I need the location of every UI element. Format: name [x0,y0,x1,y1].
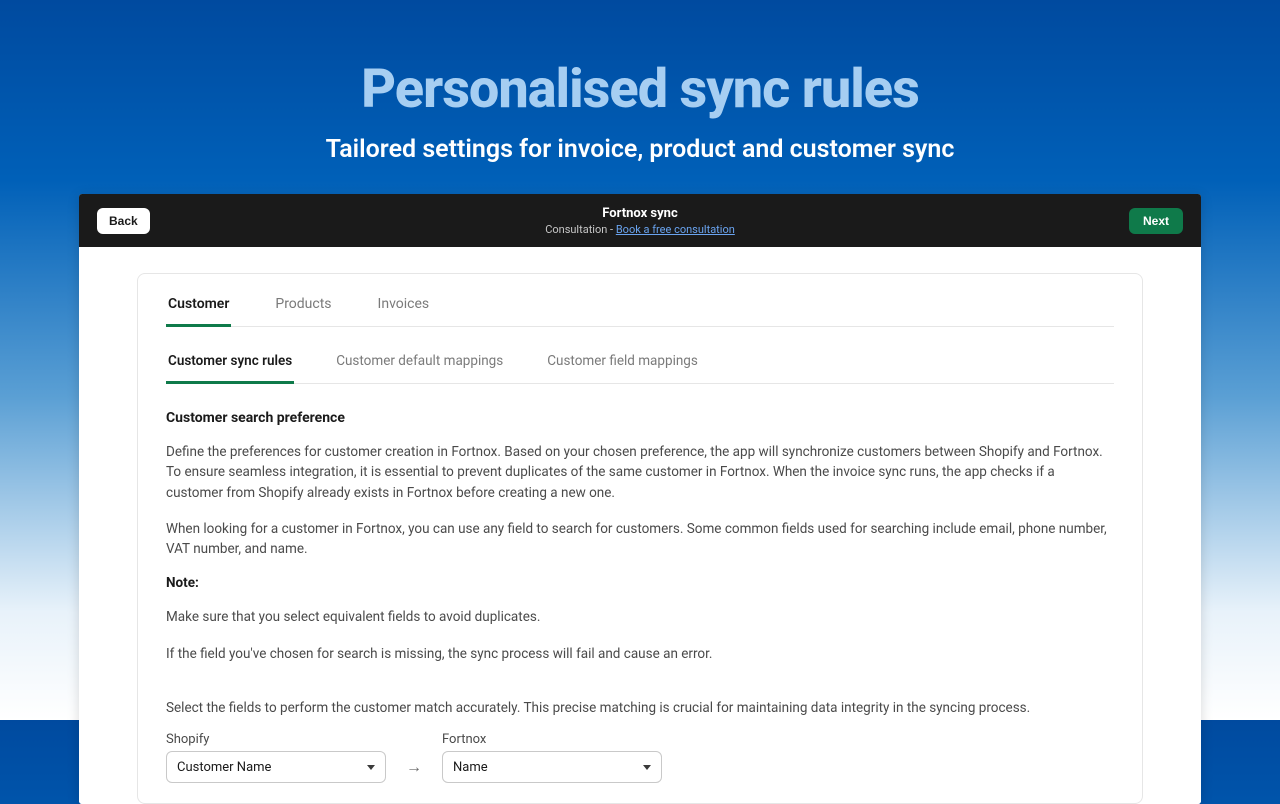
chevron-down-icon [367,765,375,770]
app-frame: Back Fortnox sync Consultation - Book a … [79,194,1201,804]
chevron-down-icon [643,765,651,770]
subtab-field-mappings[interactable]: Customer field mappings [545,343,700,383]
shopify-label: Shopify [166,732,386,747]
fortnox-label: Fortnox [442,732,662,747]
tabs-secondary: Customer sync rules Customer default map… [166,343,1114,384]
paragraph-1: Define the preferences for customer crea… [166,442,1114,503]
next-button[interactable]: Next [1129,208,1183,234]
fortnox-select[interactable]: Name [442,751,662,783]
hero: Personalised sync rules Tailored setting… [0,0,1280,164]
tabs-primary: Customer Products Invoices [166,286,1114,327]
subtab-sync-rules[interactable]: Customer sync rules [166,343,294,384]
app-body: Customer Products Invoices Customer sync… [79,247,1201,804]
fortnox-field-col: Fortnox Name [442,732,662,783]
paragraph-2: When looking for a customer in Fortnox, … [166,519,1114,560]
consultation-link[interactable]: Book a free consultation [616,223,735,236]
note-text-2: If the field you've chosen for search is… [166,644,1114,664]
section-heading: Customer search preference [166,410,1114,426]
topbar: Back Fortnox sync Consultation - Book a … [79,194,1201,247]
fortnox-select-value: Name [453,760,488,775]
paragraph-3: Select the fields to perform the custome… [166,698,1114,718]
arrow-right-icon: → [406,757,422,783]
subtab-default-mappings[interactable]: Customer default mappings [334,343,505,383]
consultation-prefix: Consultation - [545,223,616,236]
settings-card: Customer Products Invoices Customer sync… [137,273,1143,804]
tab-customer[interactable]: Customer [166,286,231,327]
field-mapping-row: Shopify Customer Name → Fortnox Name [166,732,1114,783]
shopify-select[interactable]: Customer Name [166,751,386,783]
note-text-1: Make sure that you select equivalent fie… [166,607,1114,627]
note-label: Note: [166,575,1114,591]
app-title: Fortnox sync [545,206,735,221]
back-button[interactable]: Back [97,208,150,234]
tab-invoices[interactable]: Invoices [376,286,432,326]
shopify-field-col: Shopify Customer Name [166,732,386,783]
tab-products[interactable]: Products [273,286,333,326]
hero-title: Personalised sync rules [0,58,1280,121]
hero-subtitle: Tailored settings for invoice, product a… [0,135,1280,164]
consultation-line: Consultation - Book a free consultation [545,223,735,236]
topbar-center: Fortnox sync Consultation - Book a free … [545,206,735,236]
shopify-select-value: Customer Name [177,760,271,775]
